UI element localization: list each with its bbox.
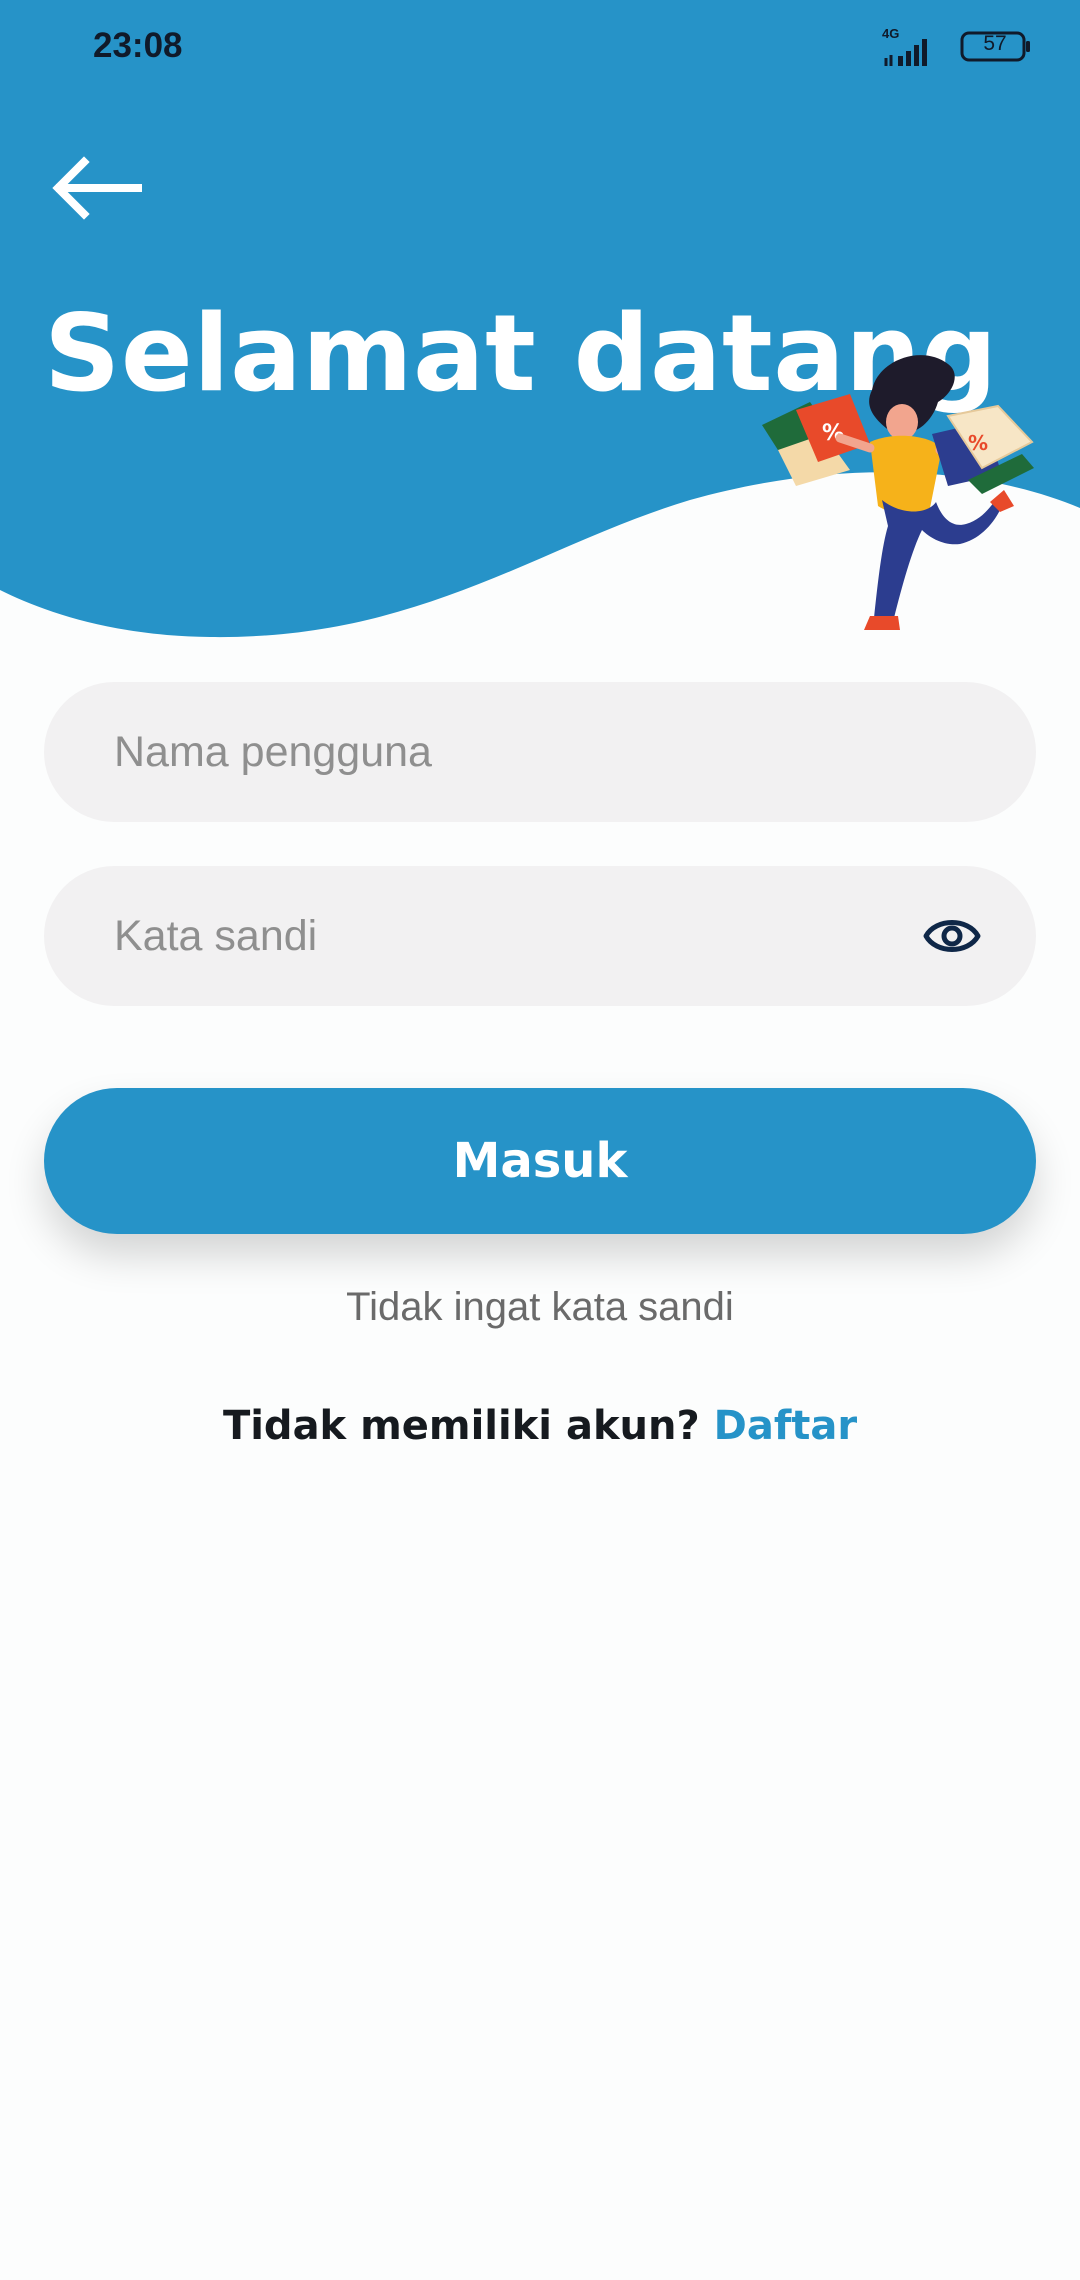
signup-prompt: Tidak memiliki akun? xyxy=(222,1403,714,1449)
password-field[interactable] xyxy=(44,866,1036,1006)
battery-level: 57 xyxy=(983,32,1007,55)
signup-link[interactable]: Daftar xyxy=(714,1403,857,1449)
signal-icon xyxy=(884,39,927,66)
username-input[interactable] xyxy=(114,682,914,822)
status-icons: 4G 57 xyxy=(882,26,1032,68)
login-screen: 23:08 4G 57 Selamat datang % % Nama peng… xyxy=(0,0,1080,2280)
status-time: 23:08 xyxy=(93,26,183,65)
signup-row: Tidak memiliki akun? Daftar xyxy=(0,1403,1080,1449)
forgot-password-link[interactable]: Tidak ingat kata sandi xyxy=(0,1285,1080,1330)
username-field[interactable] xyxy=(44,682,1036,822)
eye-icon[interactable] xyxy=(922,908,982,964)
back-button[interactable] xyxy=(46,150,158,230)
arrow-left-icon xyxy=(52,156,142,220)
status-bar: 23:08 4G 57 xyxy=(0,0,1080,96)
shopping-girl-illustration: % % xyxy=(762,355,1034,630)
password-input[interactable] xyxy=(114,866,914,1006)
login-button[interactable]: Masuk xyxy=(44,1088,1036,1234)
svg-text:%: % xyxy=(968,431,988,455)
